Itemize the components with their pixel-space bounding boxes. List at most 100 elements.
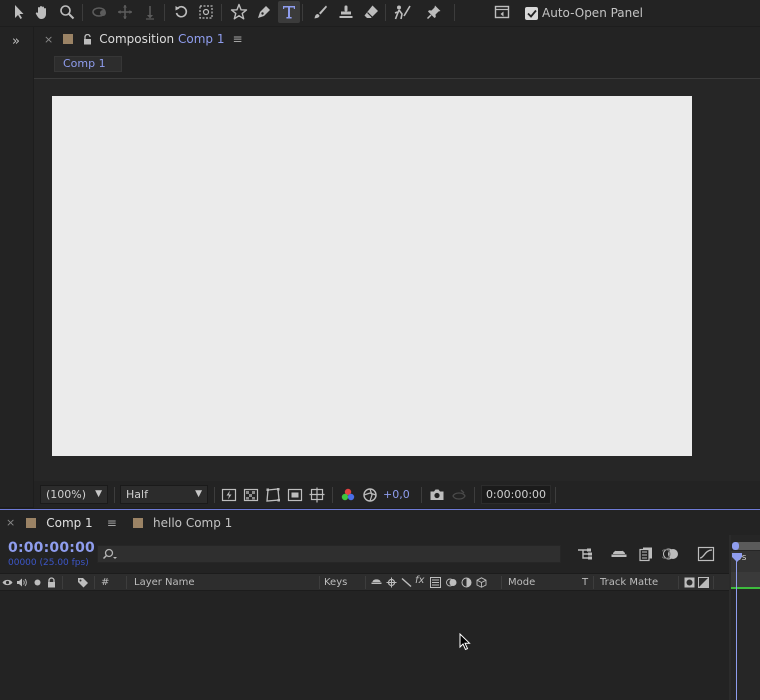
toolbar-divider (164, 4, 165, 21)
keys-column-header[interactable]: Keys (324, 576, 347, 590)
panel-menu-icon[interactable]: ≡ (107, 516, 117, 530)
pan-camera-tool-icon[interactable] (114, 1, 136, 23)
pen-tool-icon[interactable] (253, 1, 275, 23)
column-divider (62, 576, 63, 589)
time-navigator-start-handle[interactable] (732, 542, 739, 550)
puppet-pin-tool-icon[interactable] (423, 1, 445, 23)
region-of-interest-icon[interactable] (287, 487, 303, 503)
shy-switch-icon[interactable] (371, 577, 382, 588)
close-icon[interactable]: × (44, 33, 53, 46)
timeline-tab-comp1[interactable]: × Comp 1 ≡ (0, 510, 117, 535)
type-tool-icon[interactable] (278, 1, 300, 23)
video-visibility-icon[interactable] (2, 577, 13, 588)
collapsed-panel-strip: » (0, 27, 33, 507)
show-snapshot-icon[interactable] (451, 487, 467, 503)
layer-name-column-header[interactable]: Layer Name (134, 576, 195, 590)
composition-title-name: Comp 1 (178, 32, 225, 46)
toolbar-divider (221, 4, 222, 21)
tools-toolbar: Auto-Open Panel (0, 0, 760, 26)
composition-viewer[interactable] (34, 79, 760, 481)
label-tag-icon[interactable] (77, 577, 88, 588)
time-graph[interactable]: 0s (731, 535, 760, 700)
matte-alpha-icon[interactable] (684, 577, 695, 588)
matte-invert-icon[interactable] (698, 577, 709, 588)
show-channel-icon[interactable] (340, 487, 356, 503)
close-icon[interactable]: × (6, 516, 15, 529)
divider (555, 487, 556, 503)
graph-editor-icon[interactable] (697, 546, 715, 562)
layer-list[interactable] (0, 592, 729, 700)
toolbar-divider (302, 4, 303, 21)
column-divider (94, 576, 95, 589)
workspace-panel-icon[interactable] (491, 1, 513, 23)
frame-blend-switch-icon[interactable] (430, 577, 441, 588)
mode-column-header[interactable]: Mode (508, 576, 535, 590)
solo-icon[interactable] (32, 577, 43, 588)
eraser-tool-icon[interactable] (360, 1, 382, 23)
pan-behind-tool-icon[interactable] (195, 1, 217, 23)
divider (421, 487, 422, 503)
motion-blur-switch-icon[interactable] (446, 577, 457, 588)
exposure-value[interactable]: +0,0 (383, 487, 410, 503)
mouse-cursor-icon (459, 633, 471, 651)
auto-open-panel-toggle[interactable]: Auto-Open Panel (525, 5, 643, 21)
motion-blur-icon[interactable] (662, 546, 680, 562)
layer-search-input[interactable] (97, 545, 561, 563)
selection-tool-icon[interactable] (8, 1, 30, 23)
magnification-dropdown[interactable]: (100%) ▼ (40, 485, 108, 504)
expand-panels-icon[interactable]: » (12, 34, 20, 49)
toolbar-divider (385, 4, 386, 21)
star-shape-tool-icon[interactable] (228, 1, 250, 23)
brush-tool-icon[interactable] (309, 1, 331, 23)
snapshot-camera-icon[interactable] (429, 487, 445, 503)
rotation-tool-icon[interactable] (170, 1, 192, 23)
label-color-swatch (63, 34, 74, 44)
auto-open-panel-checkbox[interactable] (525, 6, 538, 20)
mask-path-visibility-icon[interactable] (265, 487, 281, 503)
clone-stamp-tool-icon[interactable] (335, 1, 357, 23)
effects-fx-icon[interactable]: fx (415, 575, 426, 586)
column-divider (678, 576, 679, 589)
fast-previews-icon[interactable] (221, 487, 237, 503)
roto-brush-tool-icon[interactable] (392, 1, 414, 23)
hand-tool-icon[interactable] (31, 1, 53, 23)
preserve-transparency-column-header[interactable]: T (582, 576, 588, 590)
collapse-transform-icon[interactable] (386, 577, 397, 588)
current-time-indicator-head[interactable] (732, 553, 742, 562)
timeline-tab-label: Comp 1 (46, 515, 93, 530)
transparency-grid-icon[interactable] (243, 487, 259, 503)
audio-icon[interactable] (16, 577, 27, 588)
timeline-tab-bar: × Comp 1 ≡ hello Comp 1 (0, 510, 760, 535)
grid-guides-icon[interactable] (309, 487, 325, 503)
track-matte-column-header[interactable]: Track Matte (600, 576, 658, 590)
zoom-tool-icon[interactable] (56, 1, 78, 23)
layer-column-headers: # Layer Name Keys fx Mode T Track Matte (0, 573, 729, 591)
adjustment-layer-icon[interactable] (461, 577, 472, 588)
composition-flowchart-icon[interactable] (576, 546, 594, 562)
timeline-tab-hello-comp1[interactable]: hello Comp 1 (133, 510, 232, 535)
composition-subtab[interactable]: Comp 1 (54, 56, 122, 72)
lock-icon[interactable] (83, 33, 92, 45)
3d-layer-icon[interactable] (476, 577, 487, 588)
current-time-display[interactable]: 0:00:00:00 (481, 485, 551, 504)
divider (474, 487, 475, 503)
lock-icon[interactable] (46, 577, 57, 588)
column-divider (593, 576, 594, 589)
reset-exposure-icon[interactable] (362, 487, 378, 503)
panel-menu-icon[interactable]: ≡ (232, 32, 242, 46)
search-icon (102, 548, 118, 561)
quality-switch-icon[interactable] (401, 577, 412, 588)
composition-tab-title[interactable]: Composition Comp 1 (99, 32, 224, 46)
viewer-controls-bar: (100%) ▼ Half ▼ +0,0 0:00:00:00 (34, 482, 760, 508)
resolution-dropdown[interactable]: Half ▼ (120, 485, 208, 504)
shy-layers-icon[interactable] (610, 546, 628, 562)
composition-tab-bar: × Composition Comp 1 ≡ (34, 27, 760, 51)
label-color-swatch (26, 517, 37, 528)
orbit-camera-tool-icon[interactable] (89, 1, 111, 23)
number-column-header[interactable]: # (101, 576, 109, 590)
frame-blending-icon[interactable] (636, 546, 654, 562)
composition-canvas[interactable] (52, 96, 692, 456)
current-timecode[interactable]: 0:00:00:00 (8, 540, 95, 556)
dolly-camera-tool-icon[interactable] (139, 1, 161, 23)
current-time-indicator-line (736, 560, 737, 700)
